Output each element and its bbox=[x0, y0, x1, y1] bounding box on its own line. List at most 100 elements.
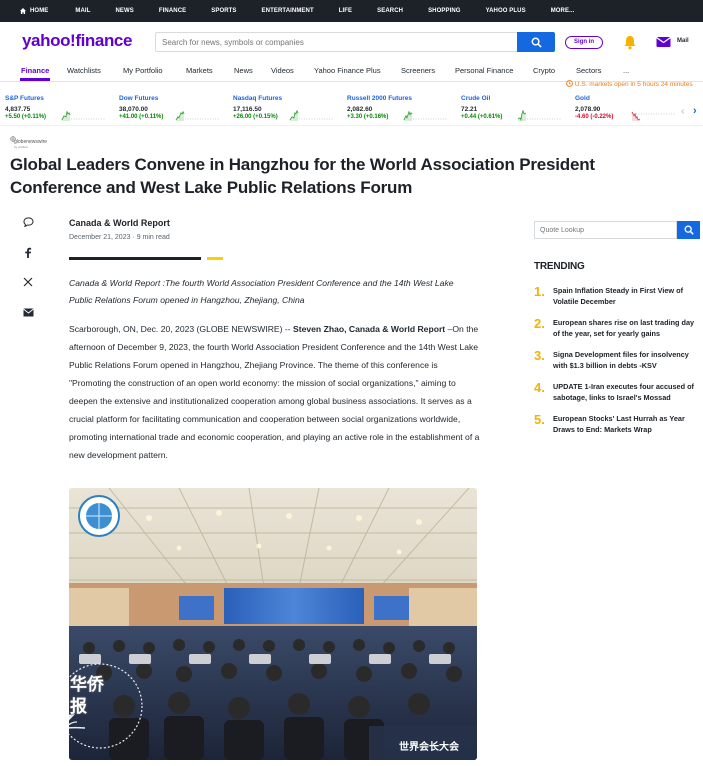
search-input[interactable] bbox=[155, 32, 517, 52]
nav-watchlists[interactable]: Watchlists bbox=[67, 66, 101, 75]
sparkline-chart bbox=[631, 111, 676, 121]
top-nav-home[interactable]: HOME bbox=[20, 8, 48, 14]
top-nav-news[interactable]: NEWS bbox=[115, 8, 133, 14]
nav-finance[interactable]: Finance bbox=[21, 66, 49, 75]
top-nav-shopping[interactable]: SHOPPING bbox=[428, 8, 460, 14]
nav-yahoo-finance-plus[interactable]: Yahoo Finance Plus bbox=[314, 66, 381, 75]
search-icon bbox=[531, 37, 542, 48]
quote-lookup-input[interactable] bbox=[534, 221, 677, 239]
trending-headline: European shares rise on last trading day… bbox=[553, 318, 695, 338]
x-twitter-icon bbox=[23, 277, 33, 287]
email-share-button[interactable] bbox=[21, 305, 35, 319]
ticker-name: S&P Futures bbox=[5, 95, 44, 102]
ticker-name: Nasdaq Futures bbox=[233, 95, 283, 102]
nav-sectors[interactable]: Sectors bbox=[576, 66, 601, 75]
logo-yahoo-text: yahoo! bbox=[22, 31, 76, 50]
nav-personal-finance[interactable]: Personal Finance bbox=[455, 66, 513, 75]
top-nav-home-label: HOME bbox=[30, 8, 49, 14]
trending-headline: European Stocks' Last Hurrah as Year Dra… bbox=[553, 414, 685, 434]
ticker-name: Gold bbox=[575, 95, 590, 102]
sparkline-chart bbox=[403, 110, 448, 121]
sign-in-button[interactable]: Sign in bbox=[565, 36, 603, 49]
article-body-prefix: Scarborough, ON, Dec. 20, 2023 (GLOBE NE… bbox=[69, 324, 293, 334]
search-button[interactable] bbox=[517, 32, 555, 52]
article-lead: Canada & World Report :The fourth World … bbox=[69, 278, 454, 306]
facebook-share-button[interactable] bbox=[21, 245, 35, 259]
newspaper-watermark: 华侨报 bbox=[5, 646, 155, 756]
comment-icon bbox=[22, 217, 34, 227]
trending-headline: Signa Development files for insolvency w… bbox=[553, 350, 689, 370]
nav-more[interactable]: ... bbox=[623, 66, 629, 75]
ticker-strip: S&P Futures 4,837.75 +5.50 (+0.11%) Dow … bbox=[0, 92, 703, 126]
article-body-bold: Steven Zhao, Canada & World Report bbox=[293, 324, 446, 334]
trending-headline: Spain Inflation Steady in First View of … bbox=[553, 286, 684, 306]
top-nav-bar: HOME MAIL NEWS FINANCE SPORTS ENTERTAINM… bbox=[0, 0, 703, 22]
logo-finance-text: finance bbox=[75, 31, 133, 50]
article-author[interactable]: Canada & World Report bbox=[69, 218, 170, 228]
ticker-dow-futures[interactable]: Dow Futures 38,070.00 +41.00 (+0.11%) bbox=[119, 95, 231, 121]
bell-icon[interactable] bbox=[623, 35, 637, 50]
ticker-name: Russell 2000 Futures bbox=[347, 95, 413, 102]
finance-nav: Finance Watchlists My Portfolio Markets … bbox=[0, 62, 703, 82]
ticker-prev-icon[interactable]: ‹ bbox=[681, 106, 684, 117]
mail-icon[interactable] bbox=[656, 35, 671, 48]
watermark-text: 华侨报 bbox=[70, 675, 104, 717]
trending-number: 1. bbox=[534, 284, 545, 299]
top-nav-finance[interactable]: FINANCE bbox=[159, 8, 186, 14]
ticker-gold[interactable]: Gold 2,078.90 -4.60 (-0.22%) bbox=[575, 95, 687, 121]
comment-button[interactable] bbox=[21, 215, 35, 229]
sparkline-chart bbox=[289, 109, 334, 121]
trending-number: 4. bbox=[534, 380, 545, 395]
ticker-russell-2000-futures[interactable]: Russell 2000 Futures 2,082.60 +3.30 (+0.… bbox=[347, 95, 459, 121]
article-headline: Global Leaders Convene in Hangzhou for t… bbox=[10, 155, 595, 197]
quote-lookup-button[interactable] bbox=[677, 221, 700, 239]
clock-icon bbox=[566, 80, 573, 87]
facebook-icon bbox=[25, 247, 32, 258]
ticker-nasdaq-futures[interactable]: Nasdaq Futures 17,116.50 +26.00 (+0.15%) bbox=[233, 95, 345, 121]
top-nav-yahoo-plus[interactable]: YAHOO PLUS bbox=[486, 8, 526, 14]
sparkline-chart bbox=[175, 110, 220, 121]
site-header: yahoo!finance Sign in Mail bbox=[0, 22, 703, 62]
market-status-text: U.S. markets open in 5 hours 24 minutes bbox=[574, 81, 693, 88]
author-divider-accent bbox=[207, 257, 223, 260]
ticker-next-icon[interactable]: › bbox=[693, 105, 697, 117]
ticker-name: Crude Oil bbox=[461, 95, 491, 102]
yahoo-finance-logo[interactable]: yahoo!finance bbox=[22, 31, 132, 51]
top-nav-entertainment[interactable]: ENTERTAINMENT bbox=[262, 8, 314, 14]
ticker-name: Dow Futures bbox=[119, 95, 159, 102]
top-nav-more[interactable]: MORE... bbox=[551, 8, 575, 14]
trending-number: 5. bbox=[534, 412, 545, 427]
author-divider bbox=[69, 257, 201, 260]
globenewswire-logo: globenewswire by notified bbox=[10, 136, 47, 149]
top-nav-life[interactable]: LIFE bbox=[339, 8, 352, 14]
nav-my-portfolio[interactable]: My Portfolio bbox=[123, 66, 163, 75]
nav-news[interactable]: News bbox=[234, 66, 253, 75]
envelope-icon bbox=[22, 308, 34, 316]
home-icon bbox=[20, 8, 26, 14]
top-nav-search[interactable]: SEARCH bbox=[377, 8, 403, 14]
sparkline-chart bbox=[517, 109, 562, 122]
nav-screeners[interactable]: Screeners bbox=[401, 66, 435, 75]
mail-link[interactable]: Mail bbox=[677, 38, 689, 44]
x-share-button[interactable] bbox=[21, 275, 35, 289]
photo-banner-text: 世界会长大会 bbox=[399, 742, 459, 753]
trending-headline: UPDATE 1-Iran executes four accused of s… bbox=[553, 382, 694, 402]
sparkline-chart bbox=[61, 110, 106, 121]
market-status: U.S. markets open in 5 hours 24 minutes bbox=[566, 80, 693, 88]
article-body-rest: –On the afternoon of December 9, 2023, t… bbox=[69, 324, 480, 460]
nav-crypto[interactable]: Crypto bbox=[533, 66, 555, 75]
top-nav-mail[interactable]: MAIL bbox=[75, 8, 90, 14]
top-nav-sports[interactable]: SPORTS bbox=[211, 8, 236, 14]
nav-markets[interactable]: Markets bbox=[186, 66, 213, 75]
nav-active-indicator bbox=[20, 78, 50, 81]
article-body: Scarborough, ON, Dec. 20, 2023 (GLOBE NE… bbox=[69, 320, 481, 464]
trending-title: TRENDING bbox=[534, 261, 585, 272]
source-logo-sub: by notified bbox=[14, 145, 28, 149]
article-date: December 21, 2023 · 9 min read bbox=[69, 234, 170, 241]
nav-videos[interactable]: Videos bbox=[271, 66, 294, 75]
ticker-crude-oil[interactable]: Crude Oil 72.21 +0.44 (+0.61%) bbox=[461, 95, 573, 122]
search-icon bbox=[684, 225, 694, 235]
trending-number: 3. bbox=[534, 348, 545, 363]
trending-number: 2. bbox=[534, 316, 545, 331]
ticker-sp-futures[interactable]: S&P Futures 4,837.75 +5.50 (+0.11%) bbox=[5, 95, 117, 121]
